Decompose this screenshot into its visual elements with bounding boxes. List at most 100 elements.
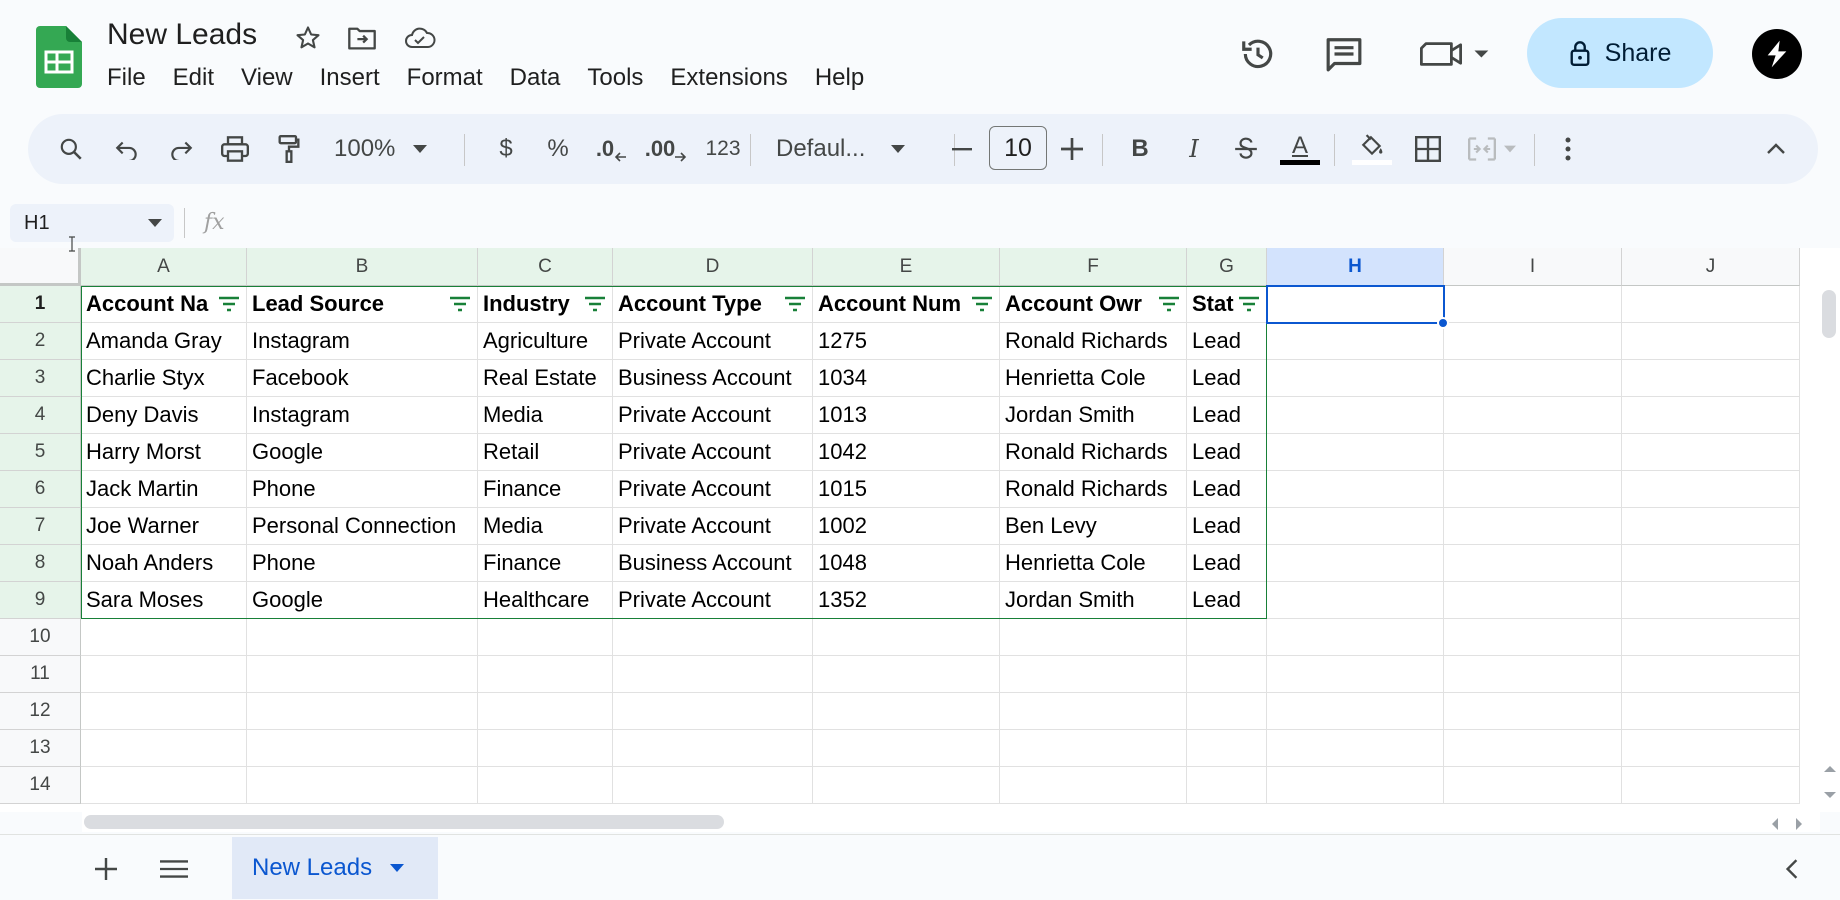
cell[interactable] (813, 656, 1000, 693)
cell[interactable] (247, 767, 478, 804)
cell[interactable]: Instagram (247, 397, 478, 434)
cell[interactable]: Harry Morst (81, 434, 247, 471)
cell[interactable] (1622, 508, 1800, 545)
cell[interactable]: Private Account (613, 582, 813, 619)
cell[interactable] (1622, 619, 1800, 656)
select-all-corner[interactable] (0, 248, 81, 286)
cell[interactable] (1187, 730, 1267, 767)
cell[interactable]: Private Account (613, 508, 813, 545)
strikethrough-icon[interactable] (1226, 128, 1266, 170)
cell[interactable] (1267, 508, 1444, 545)
cell[interactable] (81, 619, 247, 656)
cell[interactable]: Private Account (613, 471, 813, 508)
document-title[interactable]: New Leads (107, 18, 257, 52)
row-header-6[interactable]: 6 (0, 471, 81, 508)
cell[interactable] (1444, 582, 1622, 619)
scroll-left-icon[interactable] (1770, 818, 1778, 830)
cell[interactable]: Private Account (613, 323, 813, 360)
cell[interactable] (81, 730, 247, 767)
increase-font-size-icon[interactable] (1052, 128, 1092, 170)
scroll-down-icon[interactable] (1824, 792, 1836, 800)
menu-extensions[interactable]: Extensions (670, 64, 801, 92)
share-button[interactable]: Share (1527, 18, 1713, 88)
cell[interactable]: Lead (1187, 397, 1267, 434)
cell[interactable]: Private Account (613, 397, 813, 434)
cell[interactable] (1622, 656, 1800, 693)
cell[interactable] (1000, 656, 1187, 693)
side-panel-toggle-icon[interactable] (1774, 851, 1810, 887)
version-history-icon[interactable] (1236, 32, 1280, 76)
cell[interactable] (1444, 730, 1622, 767)
column-header-g[interactable]: G (1187, 248, 1267, 286)
filter-icon[interactable] (971, 296, 993, 312)
cell[interactable]: 1048 (813, 545, 1000, 582)
column-header-h[interactable]: H (1267, 248, 1444, 286)
row-header-11[interactable]: 11 (0, 656, 81, 693)
cell[interactable] (1444, 286, 1622, 323)
menu-help[interactable]: Help (815, 64, 878, 92)
cell[interactable] (1444, 693, 1622, 730)
row-header-10[interactable]: 10 (0, 619, 81, 656)
more-formats-button[interactable]: 123 (700, 128, 746, 170)
cell[interactable]: Private Account (613, 434, 813, 471)
cell[interactable]: Agriculture (478, 323, 613, 360)
collapse-toolbar-icon[interactable] (1756, 128, 1796, 170)
menu-view[interactable]: View (241, 64, 307, 92)
cell[interactable] (1622, 323, 1800, 360)
header-cell[interactable]: Lead Source (247, 286, 478, 323)
row-header-1[interactable]: 1 (0, 286, 81, 323)
cell[interactable] (1444, 619, 1622, 656)
cell[interactable] (1267, 545, 1444, 582)
cell[interactable] (247, 619, 478, 656)
menu-insert[interactable]: Insert (320, 64, 394, 92)
header-cell[interactable]: Account Num (813, 286, 1000, 323)
cell[interactable] (1444, 360, 1622, 397)
filter-icon[interactable] (784, 296, 806, 312)
cell[interactable] (1622, 582, 1800, 619)
cell[interactable] (478, 693, 613, 730)
cell[interactable]: Media (478, 508, 613, 545)
cell[interactable]: Real Estate (478, 360, 613, 397)
cell[interactable] (1622, 767, 1800, 804)
all-sheets-icon[interactable] (154, 849, 194, 889)
cell[interactable] (1187, 619, 1267, 656)
cell[interactable] (813, 730, 1000, 767)
cell[interactable]: 1013 (813, 397, 1000, 434)
column-header-d[interactable]: D (613, 248, 813, 286)
filter-icon[interactable] (1238, 296, 1260, 312)
print-icon[interactable] (214, 128, 256, 170)
bold-button[interactable]: B (1120, 128, 1160, 170)
cell[interactable] (1622, 693, 1800, 730)
cell[interactable] (478, 730, 613, 767)
cell[interactable] (1267, 619, 1444, 656)
cell[interactable]: Ronald Richards (1000, 323, 1187, 360)
cell[interactable] (1444, 471, 1622, 508)
cell[interactable] (813, 619, 1000, 656)
cell[interactable] (1000, 693, 1187, 730)
cell[interactable]: Ronald Richards (1000, 434, 1187, 471)
row-header-4[interactable]: 4 (0, 397, 81, 434)
decrease-font-size-icon[interactable] (942, 128, 982, 170)
cell[interactable]: Lead (1187, 360, 1267, 397)
cell[interactable] (81, 693, 247, 730)
row-header-3[interactable]: 3 (0, 360, 81, 397)
cell[interactable] (1622, 730, 1800, 767)
cell[interactable] (1622, 434, 1800, 471)
column-header-f[interactable]: F (1000, 248, 1187, 286)
borders-icon[interactable] (1408, 128, 1448, 170)
avatar[interactable] (1752, 29, 1802, 79)
row-header-2[interactable]: 2 (0, 323, 81, 360)
cell[interactable] (613, 619, 813, 656)
redo-icon[interactable] (160, 128, 202, 170)
cell[interactable]: Retail (478, 434, 613, 471)
cell[interactable]: Lead (1187, 323, 1267, 360)
cell[interactable] (1267, 767, 1444, 804)
column-header-a[interactable]: A (81, 248, 247, 286)
cell[interactable] (1267, 471, 1444, 508)
cell[interactable] (1267, 434, 1444, 471)
cell[interactable] (478, 619, 613, 656)
cell[interactable]: 1352 (813, 582, 1000, 619)
meet-icon[interactable] (1414, 32, 1498, 76)
scroll-up-icon[interactable] (1824, 764, 1836, 772)
cell[interactable] (1187, 693, 1267, 730)
